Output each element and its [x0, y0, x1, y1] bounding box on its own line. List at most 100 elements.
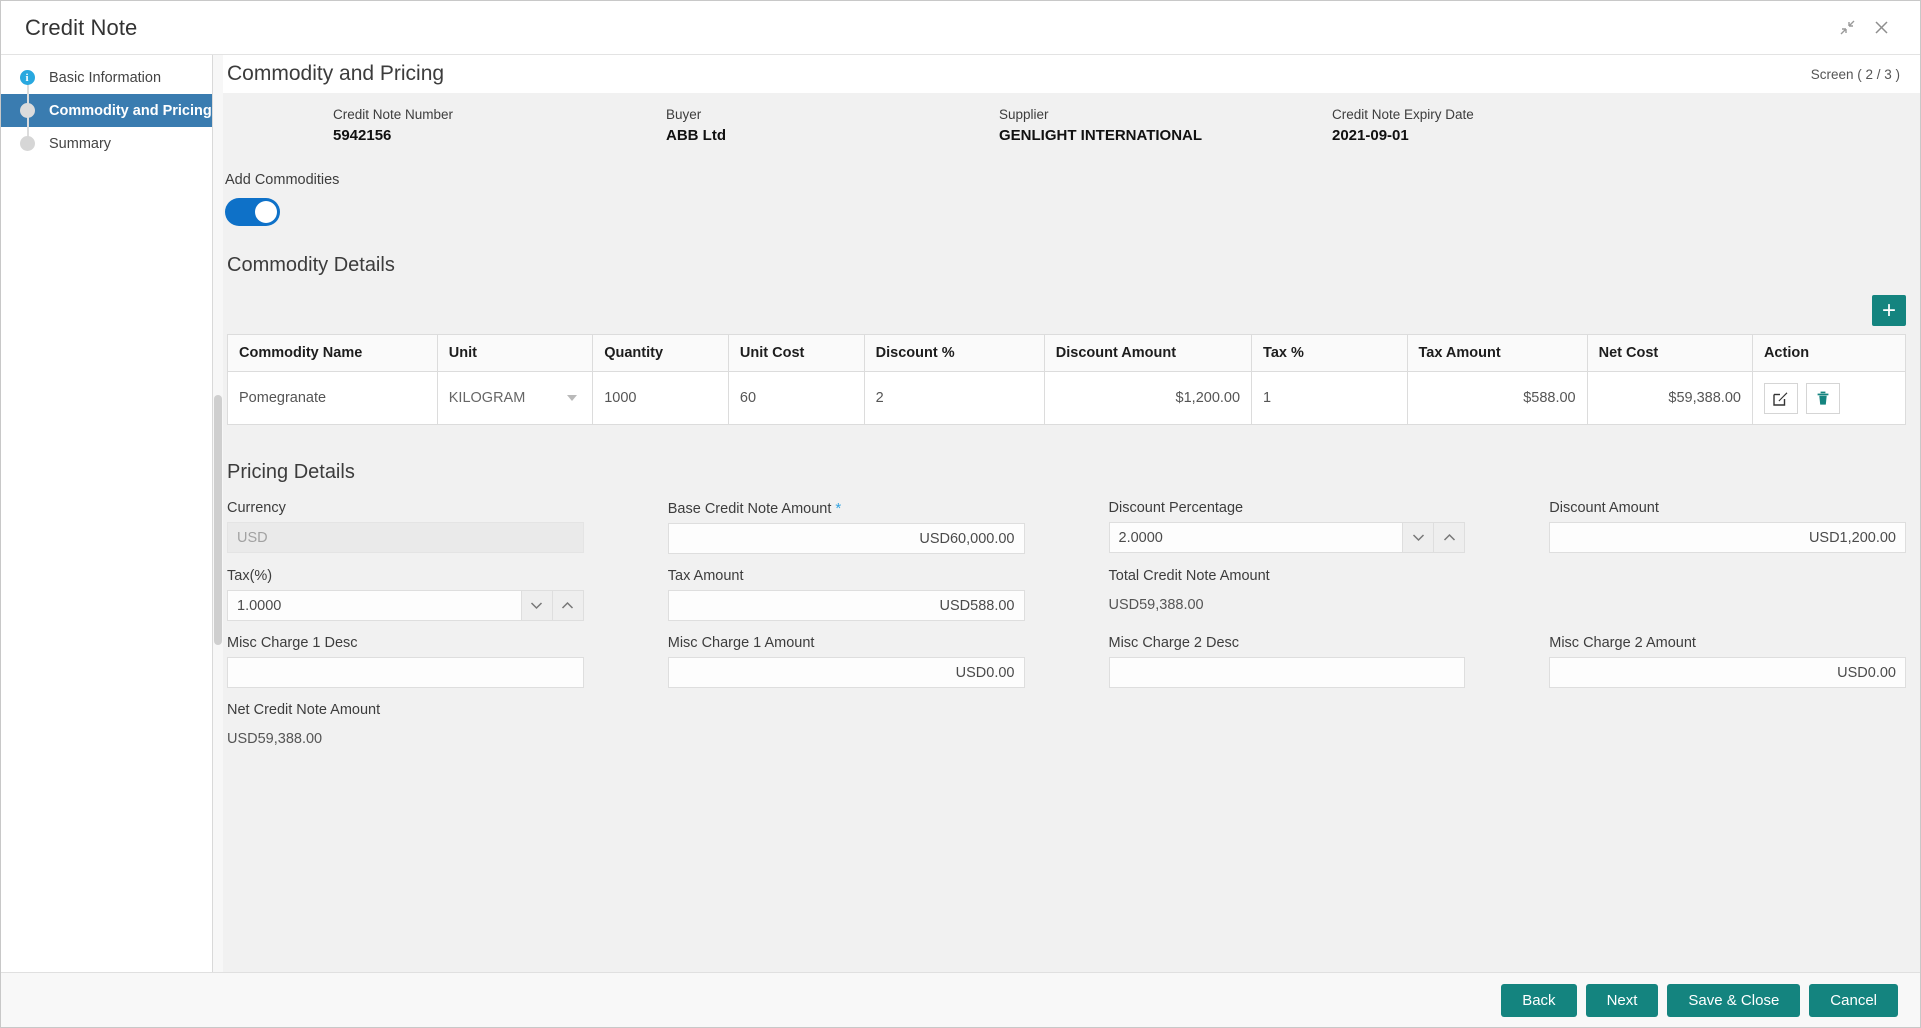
cell-action	[1751, 371, 1907, 425]
cell-discount-amount: $1,200.00	[1043, 371, 1253, 425]
misc-charge-1-amount-input[interactable]: USD0.00	[667, 657, 1025, 688]
close-icon[interactable]	[1864, 11, 1898, 45]
cell-tax-amount: $588.00	[1406, 371, 1588, 425]
commodity-details-title: Commodity Details	[227, 254, 395, 276]
field-discount-amount: Discount Amount USD1,200.00	[1549, 500, 1906, 554]
field-label: Misc Charge 1 Amount	[667, 635, 815, 651]
chevron-up-icon[interactable]	[1434, 522, 1466, 553]
save-and-close-button[interactable]: Save & Close	[1667, 983, 1801, 1017]
step-marker-icon	[15, 136, 39, 151]
window-titlebar: Credit Note	[1, 1, 1920, 55]
col-discount-amount[interactable]: Discount Amount	[1043, 334, 1253, 372]
col-unit-cost[interactable]: Unit Cost	[727, 334, 865, 372]
sidebar-item-label: Commodity and Pricing	[49, 102, 212, 119]
chevron-down-icon[interactable]	[1403, 522, 1435, 553]
cell-unit-cost[interactable]: 60	[727, 371, 865, 425]
scrollbar-thumb[interactable]	[214, 395, 222, 645]
discount-amount-input[interactable]: USD1,200.00	[1549, 522, 1906, 553]
commodity-table: Commodity Name Unit Quantity Unit Cost D…	[227, 334, 1907, 425]
chevron-up-icon[interactable]	[552, 590, 584, 621]
field-net-credit-note-amount: Net Credit Note Amount USD59,388.00	[227, 702, 584, 747]
step-marker-icon: i	[15, 70, 39, 85]
misc-charge-2-desc-input[interactable]	[1108, 657, 1466, 688]
field-misc-charge-2-amount: Misc Charge 2 Amount USD0.00	[1549, 635, 1906, 688]
misc-charge-2-amount-input[interactable]: USD0.00	[1549, 657, 1906, 688]
field-base-credit-note-amount: Base Credit Note Amount * USD60,000.00	[667, 500, 1025, 554]
info-label: Supplier	[999, 106, 1049, 122]
sidebar-item-summary[interactable]: Summary	[1, 127, 212, 160]
info-buyer: Buyer ABB Ltd	[666, 107, 999, 144]
field-currency: Currency USD	[227, 500, 584, 554]
add-commodity-button[interactable]: +	[1872, 295, 1906, 326]
back-button[interactable]: Back	[1501, 983, 1577, 1017]
total-credit-note-amount-value: USD59,388.00	[1108, 597, 1204, 613]
base-credit-note-amount-input[interactable]: USD60,000.00	[667, 523, 1025, 554]
trash-icon[interactable]	[1805, 382, 1840, 414]
info-value: 5942156	[333, 126, 392, 144]
window-title: Credit Note	[25, 14, 138, 40]
chevron-down-icon[interactable]	[521, 590, 553, 621]
field-label: Base Credit Note Amount *	[668, 500, 1025, 517]
field-label: Total Credit Note Amount	[1108, 568, 1270, 584]
col-tax-amount[interactable]: Tax Amount	[1406, 334, 1588, 372]
field-tax-percent: Tax(%) 1.0000	[227, 568, 584, 621]
misc-charge-1-desc-input[interactable]	[227, 657, 584, 688]
tax-percent-stepper: 1.0000	[227, 590, 584, 621]
info-label: Credit Note Expiry Date	[1332, 106, 1474, 122]
commodity-toolbar: +	[227, 295, 1906, 326]
commodity-details-panel: Commodity Details + Commodity Name Unit …	[213, 236, 1920, 425]
sidebar-item-commodity-and-pricing[interactable]: Commodity and Pricing	[1, 94, 212, 127]
tax-percent-input[interactable]: 1.0000	[227, 590, 522, 621]
edit-icon[interactable]	[1763, 382, 1798, 414]
unit-select-value: KILOGRAM	[448, 390, 526, 406]
col-discount-pct[interactable]: Discount %	[863, 334, 1045, 372]
discount-percentage-input[interactable]: 2.0000	[1108, 522, 1404, 553]
restore-down-icon[interactable]	[1830, 11, 1864, 45]
field-label: Misc Charge 2 Desc	[1108, 635, 1240, 651]
cancel-button[interactable]: Cancel	[1809, 983, 1898, 1017]
field-label: Currency	[227, 500, 286, 516]
col-action: Action	[1751, 334, 1907, 372]
next-button[interactable]: Next	[1585, 983, 1659, 1017]
tax-amount-input[interactable]: USD588.00	[667, 590, 1025, 621]
col-commodity-name[interactable]: Commodity Name	[227, 334, 438, 372]
cell-quantity[interactable]: 1000	[592, 371, 729, 425]
col-tax-pct[interactable]: Tax %	[1251, 334, 1408, 372]
screen-indicator: Screen ( 2 / 3 )	[1810, 66, 1900, 82]
add-commodities-label: Add Commodities	[225, 172, 340, 188]
net-credit-note-amount-value: USD59,388.00	[227, 731, 323, 747]
sidebar-item-label: Summary	[49, 135, 112, 152]
wizard-sidebar: i Basic Information Commodity and Pricin…	[1, 55, 213, 973]
wizard-footer: Back Next Save & Close Cancel	[1, 972, 1920, 1027]
add-commodities-toggle[interactable]	[225, 198, 280, 226]
table-row: Pomegranate KILOGRAM 1000 60 2 $1,200.00	[227, 371, 1907, 425]
col-unit[interactable]: Unit	[436, 334, 594, 372]
main-content: Commodity and Pricing Screen ( 2 / 3 ) C…	[213, 55, 1920, 973]
info-value: GENLIGHT INTERNATIONAL	[999, 126, 1203, 144]
info-credit-note-expiry-date: Credit Note Expiry Date 2021-09-01	[1332, 107, 1474, 144]
field-label: Discount Percentage	[1108, 500, 1244, 516]
info-value: 2021-09-01	[1332, 126, 1409, 144]
discount-percentage-stepper: 2.0000	[1108, 522, 1466, 553]
cell-unit[interactable]: KILOGRAM	[436, 371, 594, 425]
pricing-details-title: Pricing Details	[227, 461, 355, 483]
sidebar-item-basic-information[interactable]: i Basic Information	[1, 61, 212, 94]
page-title: Commodity and Pricing	[227, 62, 445, 85]
field-misc-charge-2-desc: Misc Charge 2 Desc	[1108, 635, 1466, 688]
credit-note-window: Credit Note i Basic Information Commodit…	[0, 0, 1921, 1028]
content-header: Commodity and Pricing Screen ( 2 / 3 )	[213, 55, 1920, 93]
toggle-knob	[255, 201, 277, 223]
field-spacer	[1549, 568, 1906, 621]
cell-net-cost: $59,388.00	[1586, 371, 1753, 425]
col-net-cost[interactable]: Net Cost	[1586, 334, 1753, 372]
info-credit-note-number: Credit Note Number 5942156	[333, 107, 666, 144]
sidebar-item-label: Basic Information	[49, 69, 162, 86]
currency-input: USD	[227, 522, 584, 553]
credit-note-summary-strip: Credit Note Number 5942156 Buyer ABB Ltd…	[213, 94, 1920, 156]
field-tax-amount: Tax Amount USD588.00	[667, 568, 1025, 621]
col-quantity[interactable]: Quantity	[592, 334, 729, 372]
content-scrollbar[interactable]	[213, 55, 223, 973]
info-supplier: Supplier GENLIGHT INTERNATIONAL	[999, 107, 1332, 144]
field-label: Discount Amount	[1549, 500, 1659, 516]
window-body: i Basic Information Commodity and Pricin…	[1, 55, 1920, 973]
